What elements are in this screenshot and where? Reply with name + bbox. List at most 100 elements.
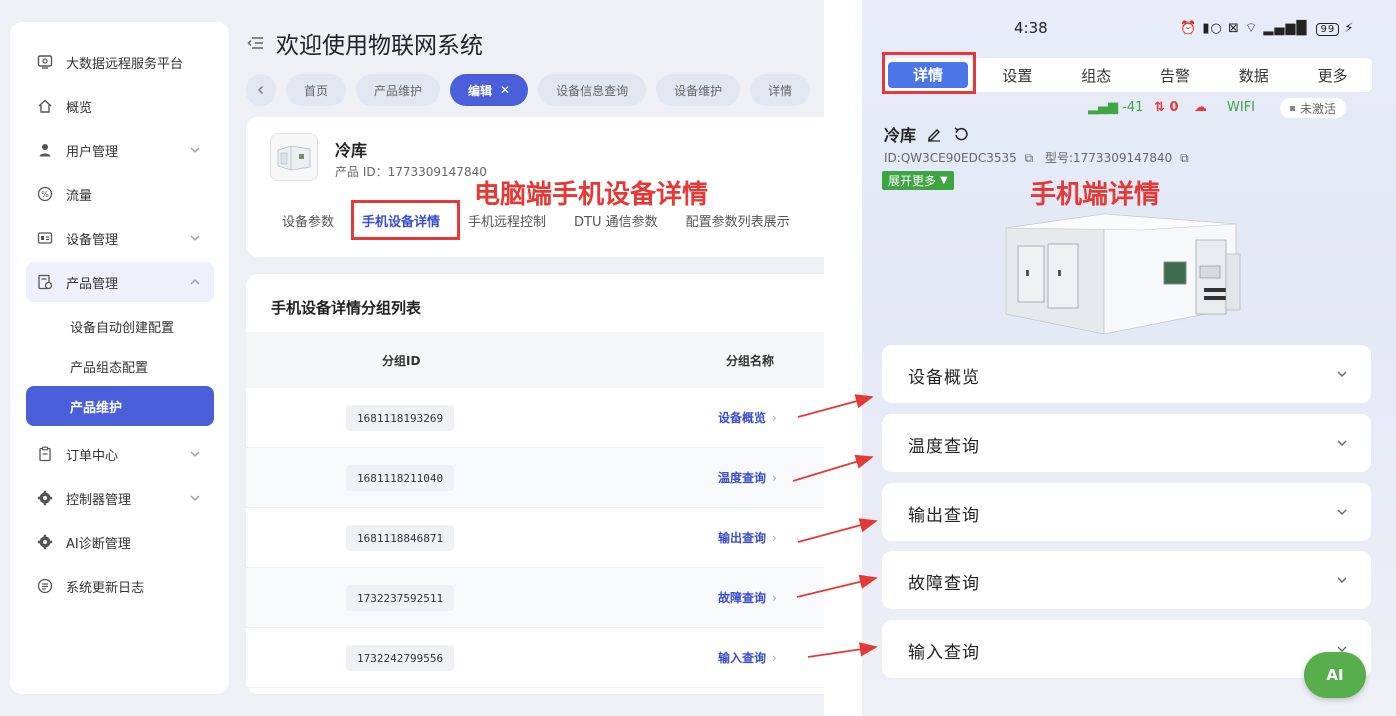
group-name-link[interactable]: 设备概览 ›	[718, 409, 777, 426]
menu-collapse-icon[interactable]	[246, 35, 264, 51]
tab-home[interactable]: 首页	[286, 74, 347, 106]
dot-icon	[1290, 105, 1295, 111]
group-name-label: 输入查询	[718, 651, 767, 665]
group-id-cell: 1681118846871	[346, 525, 455, 551]
mobile-tab-data[interactable]: 数据	[1214, 65, 1293, 86]
device-id-line: ID:QW3CE90EDC3535 ⧉ 型号:1773309147840 ⧉	[884, 149, 1189, 166]
sidebar-item-label: AI诊断管理	[66, 536, 131, 552]
monitor-icon	[36, 53, 54, 71]
group-name-label: 故障查询	[718, 591, 767, 605]
device-icon	[36, 229, 54, 247]
section-temperature-query[interactable]: 温度查询	[882, 414, 1371, 472]
chevron-down-icon	[190, 451, 200, 457]
column-header-group-name: 分组名称	[726, 354, 775, 368]
table-row: 1732242799556 输入查询 ›	[246, 628, 824, 688]
sidebar-item-traffic[interactable]: % 流量	[26, 174, 214, 214]
sidebar-brand[interactable]: 大数据远程服务平台	[26, 42, 214, 82]
section-output-query[interactable]: 输出查询	[882, 483, 1371, 541]
table-row: 1681118846871 输出查询 ›	[246, 508, 824, 568]
group-name-link[interactable]: 故障查询 ›	[718, 589, 777, 606]
network-type: WIFI	[1227, 100, 1255, 115]
tab-edit[interactable]: 编辑 ✕	[450, 74, 529, 106]
sidebar-item-products[interactable]: 产品管理	[26, 262, 214, 302]
ai-assistant-button[interactable]: AI	[1304, 652, 1366, 698]
tab-device-info[interactable]: 设备信息查询	[538, 74, 647, 106]
mobile-tab-settings[interactable]: 设置	[978, 65, 1057, 86]
copy-icon[interactable]: ⧉	[1180, 151, 1189, 165]
tabs-back-button[interactable]	[246, 74, 276, 106]
submenu-auto-create[interactable]: 设备自动创建配置	[26, 306, 214, 346]
refresh-icon[interactable]	[952, 126, 970, 142]
section-input-query[interactable]: 输入查询	[882, 620, 1371, 678]
page-tabs: 首页 产品维护 编辑 ✕ 设备信息查询 设备维护 详情	[246, 74, 811, 106]
sidebar-item-label: 订单中心	[66, 448, 119, 464]
tab-config-params-list[interactable]: 配置参数列表展示	[686, 211, 790, 230]
header: 欢迎使用物联网系统	[246, 28, 483, 59]
chevron-right-icon: ›	[772, 590, 777, 605]
product-thumbnail	[270, 133, 318, 181]
section-device-overview[interactable]: 设备概览	[882, 345, 1371, 403]
mobile-tab-alarms[interactable]: 告警	[1136, 65, 1215, 86]
close-icon[interactable]: ✕	[500, 83, 510, 97]
tab-dtu-params[interactable]: DTU 通信参数	[574, 211, 658, 230]
group-id-cell: 1732237592511	[346, 585, 455, 611]
group-id-cell: 1681118193269	[346, 405, 455, 431]
alarm-count: ⇅ 0	[1154, 100, 1178, 115]
section-label: 温度查询	[908, 437, 980, 457]
expand-more-button[interactable]: 展开更多 ▼	[882, 171, 954, 190]
mobile-tab-scada[interactable]: 组态	[1057, 65, 1136, 86]
submenu-product-config[interactable]: 产品组态配置	[26, 346, 214, 386]
section-label: 设备概览	[908, 368, 980, 388]
highlight-box-mobile-tab	[882, 52, 976, 94]
sidebar-item-changelog[interactable]: 系统更新日志	[26, 566, 214, 606]
sidebar-item-orders[interactable]: 订单中心	[26, 434, 214, 474]
alarm-icon: ⇅	[1154, 100, 1165, 115]
chevron-up-icon	[190, 279, 200, 285]
cloud-offline-icon: ☁	[1194, 100, 1207, 115]
group-name-label: 设备概览	[718, 411, 767, 425]
tab-details[interactable]: 详情	[750, 74, 811, 106]
user-icon	[36, 141, 54, 159]
chevron-down-icon	[1337, 440, 1347, 446]
submenu-product-maintenance[interactable]: 产品维护	[26, 386, 214, 426]
sidebar-item-label: 用户管理	[66, 144, 119, 160]
tab-device-maintenance[interactable]: 设备维护	[656, 74, 741, 106]
edit-icon[interactable]	[926, 126, 942, 142]
svg-text:%: %	[41, 190, 49, 199]
product-name: 冷库	[335, 141, 368, 160]
gear-icon	[36, 489, 54, 507]
sidebar-item-users[interactable]: 用户管理	[26, 130, 214, 170]
tab-mobile-remote-control[interactable]: 手机远程控制	[468, 211, 546, 230]
tab-edit-label: 编辑	[468, 83, 493, 98]
section-fault-query[interactable]: 故障查询	[882, 551, 1371, 609]
annotation-mobile: 手机端详情	[1030, 180, 1161, 210]
mobile-tab-more[interactable]: 更多	[1293, 65, 1372, 86]
sidebar-item-label: 流量	[66, 188, 93, 204]
group-name-link[interactable]: 输入查询 ›	[718, 649, 777, 666]
clipboard-icon	[36, 445, 54, 463]
sidebar-item-overview[interactable]: 概览	[26, 86, 214, 126]
sidebar-item-ai-diagnosis[interactable]: AI诊断管理	[26, 522, 214, 562]
sidebar-item-devices[interactable]: 设备管理	[26, 218, 214, 258]
section-label: 输出查询	[908, 506, 980, 526]
status-bar-icons: ⏰ ▮○ ⊠ ⌔ ▂▄▆█ 99 ⚡	[1180, 20, 1354, 36]
sidebar-item-label: 设备管理	[66, 232, 119, 248]
tab-device-params[interactable]: 设备参数	[282, 211, 334, 230]
sidebar-item-controllers[interactable]: 控制器管理	[26, 478, 214, 518]
chevron-down-icon	[1337, 577, 1347, 583]
tab-product-maintenance[interactable]: 产品维护	[356, 74, 441, 106]
sidebar-item-label: 产品管理	[66, 276, 119, 292]
product-settings-icon	[36, 273, 54, 291]
percent-icon: %	[36, 185, 54, 203]
product-id: 产品 ID：1773309147840	[335, 165, 487, 179]
chevron-right-icon: ›	[772, 410, 777, 425]
battery-icon: 99	[1316, 23, 1340, 36]
group-name-label: 输出查询	[718, 531, 767, 545]
charging-icon: ⚡	[1344, 21, 1355, 36]
list-title: 手机设备详情分组列表	[271, 299, 422, 317]
device-model: 型号:1773309147840	[1044, 151, 1173, 165]
copy-icon[interactable]: ⧉	[1025, 151, 1034, 165]
group-name-link[interactable]: 输出查询 ›	[718, 529, 777, 546]
chevron-right-icon: ›	[772, 530, 777, 545]
group-name-link[interactable]: 温度查询 ›	[718, 469, 777, 486]
